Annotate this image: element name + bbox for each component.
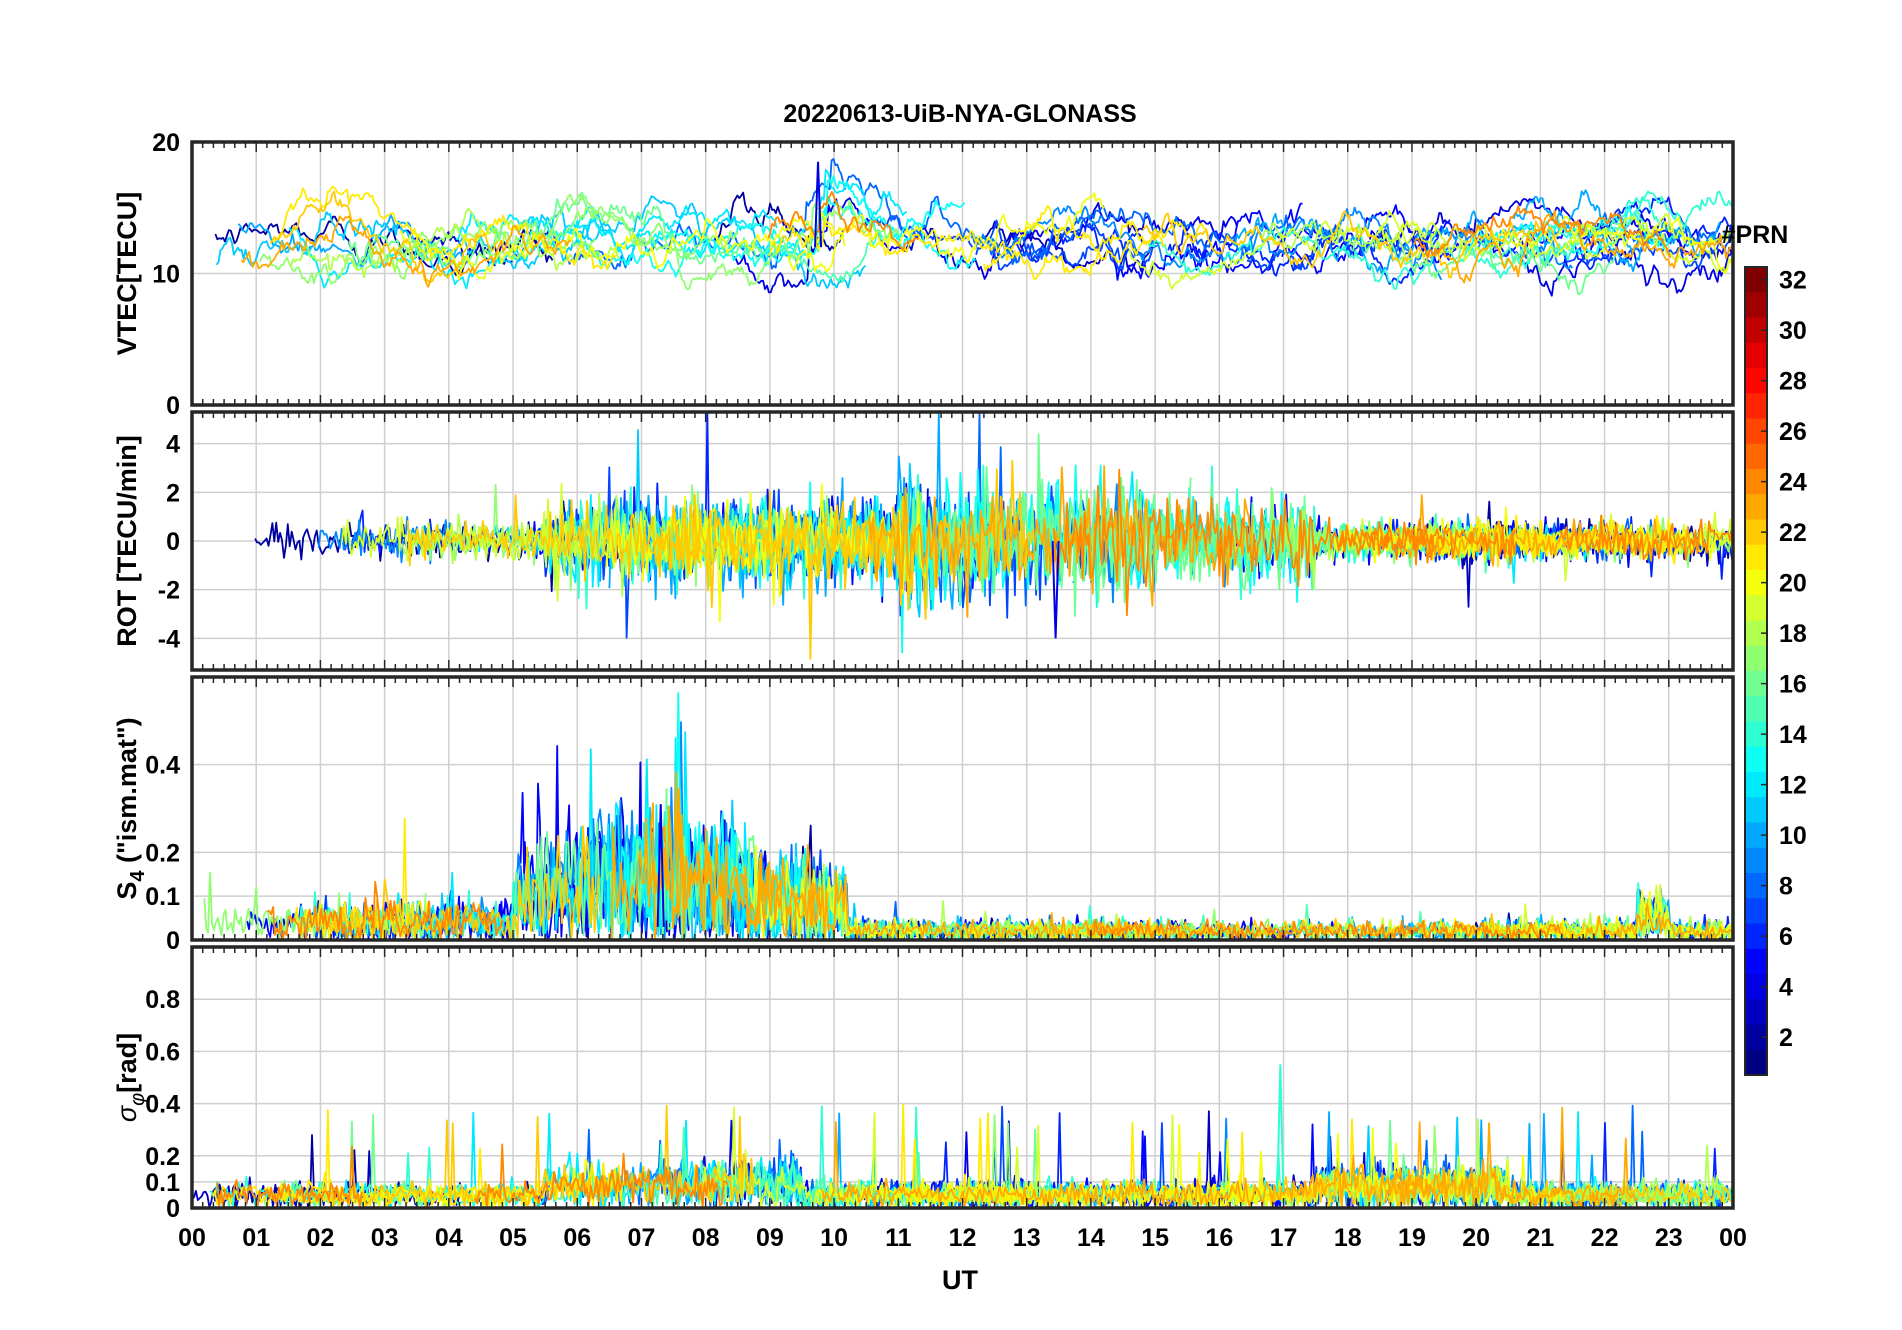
x-tick-label: 21: [1526, 1224, 1554, 1252]
colorbar-tick-label: 24: [1779, 469, 1807, 497]
y-label-main: S: [112, 882, 142, 900]
x-tick-label: 14: [1077, 1224, 1105, 1252]
colorbar-tick-label: 14: [1779, 721, 1807, 749]
x-tick-label: 09: [756, 1224, 784, 1252]
colorbar-tick-label: 26: [1779, 418, 1807, 446]
colorbar-segment: [1745, 544, 1767, 571]
colorbar-tick-label: 10: [1779, 822, 1807, 850]
colorbar-segment: [1745, 595, 1767, 622]
x-tick-label: 15: [1141, 1224, 1169, 1252]
colorbar-segment: [1745, 898, 1767, 925]
colorbar-segment: [1745, 443, 1767, 470]
colorbar-segment: [1745, 999, 1767, 1026]
colorbar-tick-label: 28: [1779, 368, 1807, 396]
x-tick-label: 12: [949, 1224, 977, 1252]
y-tick-label: 0.2: [145, 839, 180, 867]
y-tick-label: 2: [166, 479, 180, 507]
colorbar-tick-label: 6: [1779, 923, 1793, 951]
colorbar-tick-label: 16: [1779, 671, 1807, 699]
x-tick-label: 17: [1270, 1224, 1298, 1252]
y-tick-label: 0.4: [145, 752, 180, 780]
x-tick-label: 20: [1462, 1224, 1490, 1252]
colorbar-segment: [1745, 645, 1767, 672]
y-tick-label: -2: [158, 577, 180, 605]
y-label-main: σ: [112, 1104, 142, 1122]
colorbar-label: #PRN: [1722, 221, 1789, 249]
x-tick-label: 04: [435, 1224, 463, 1252]
y-tick-label: 0: [166, 392, 180, 420]
y-axis-label: VTEC[TECU]: [112, 192, 142, 356]
y-tick-label: 10: [152, 261, 180, 289]
y-tick-label: 0.6: [145, 1038, 180, 1066]
x-tick-label: 19: [1398, 1224, 1426, 1252]
colorbar-tick-label: 12: [1779, 772, 1807, 800]
x-tick-label: 18: [1334, 1224, 1362, 1252]
x-tick-label: 08: [692, 1224, 720, 1252]
x-tick-label: 11: [885, 1224, 912, 1252]
colorbar-segment: [1745, 847, 1767, 874]
colorbar-tick-label: 8: [1779, 873, 1793, 901]
colorbar-segment: [1745, 494, 1767, 521]
colorbar-tick-label: 18: [1779, 620, 1807, 648]
colorbar-segment: [1745, 746, 1767, 773]
y-tick-label: 0: [166, 927, 180, 955]
colorbar-segment: [1745, 292, 1767, 319]
y-tick-label: 0.4: [145, 1091, 180, 1119]
y-tick-label: 0: [166, 1195, 180, 1223]
x-tick-label: 05: [499, 1224, 527, 1252]
x-tick-label: 07: [628, 1224, 656, 1252]
x-tick-label: 02: [307, 1224, 335, 1252]
x-tick-label: 03: [371, 1224, 399, 1252]
colorbar-tick-label: 30: [1779, 317, 1807, 345]
colorbar-tick-label: 4: [1779, 974, 1793, 1002]
y-label-rest: [rad]: [112, 1033, 142, 1093]
x-tick-label: 00: [1719, 1224, 1747, 1252]
x-tick-label: 22: [1591, 1224, 1619, 1252]
figure: 20220613-UiB-NYA-GLONASS 01020VTEC[TECU]…: [0, 0, 1902, 1330]
x-tick-label: 01: [242, 1224, 270, 1252]
colorbar-segment: [1745, 797, 1767, 824]
colorbar-tick-label: 32: [1779, 267, 1807, 295]
y-tick-label: 0.1: [145, 1169, 180, 1197]
y-tick-label: 0.1: [145, 883, 180, 911]
x-tick-label: 00: [178, 1224, 206, 1252]
y-label-rest: ("ism.mat"): [112, 717, 142, 870]
y-tick-label: 0: [166, 528, 180, 556]
y-tick-label: 0.2: [145, 1143, 180, 1171]
colorbar-tick-label: 22: [1779, 519, 1807, 547]
x-tick-label: 13: [1013, 1224, 1041, 1252]
y-label-sub: φ: [127, 1093, 149, 1106]
colorbar-segment: [1745, 393, 1767, 420]
x-tick-label: 10: [820, 1224, 848, 1252]
y-axis-label: ROT [TECU/min]: [112, 435, 142, 646]
y-tick-label: 4: [166, 431, 180, 459]
x-tick-label: 23: [1655, 1224, 1683, 1252]
x-tick-label: 16: [1205, 1224, 1233, 1252]
y-tick-label: 0.8: [145, 986, 180, 1014]
y-tick-label: -4: [158, 625, 180, 653]
x-tick-label: 06: [563, 1224, 591, 1252]
colorbar-segment: [1745, 342, 1767, 369]
chart-title: 20220613-UiB-NYA-GLONASS: [783, 100, 1136, 128]
x-axis-label: UT: [942, 1265, 978, 1295]
colorbar-tick-label: 20: [1779, 570, 1807, 598]
colorbar-segment: [1745, 696, 1767, 723]
colorbar-segment: [1745, 1049, 1767, 1076]
colorbar-tick-label: 2: [1779, 1024, 1793, 1052]
y-tick-label: 20: [152, 129, 180, 157]
colorbar-segment: [1745, 948, 1767, 975]
